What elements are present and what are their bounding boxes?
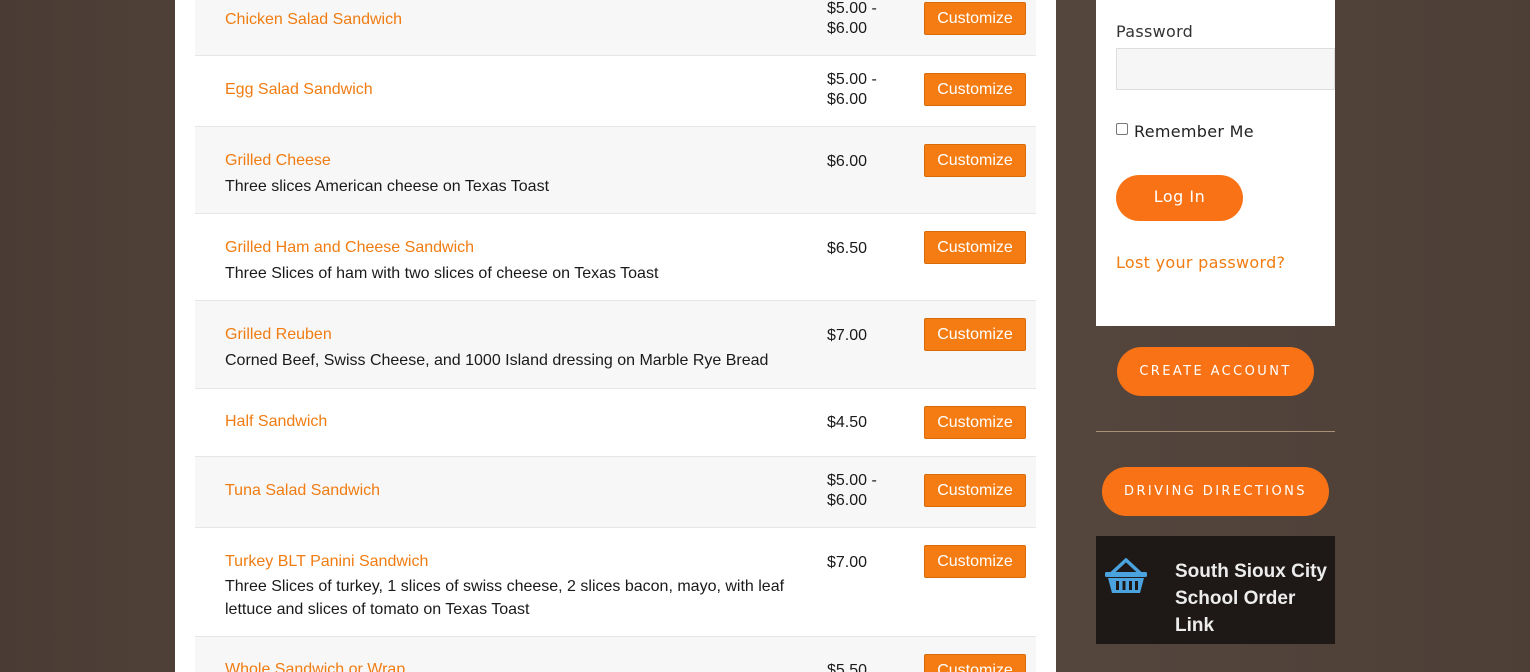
driving-directions-button[interactable]: DRIVING DIRECTIONS	[1102, 467, 1329, 516]
password-label: Password	[1116, 22, 1194, 41]
table-row: Grilled Ham and Cheese Sandwich Three Sl…	[195, 214, 1036, 301]
basket-icon	[1105, 558, 1147, 593]
create-account-button[interactable]: CREATE ACCOUNT	[1117, 347, 1314, 396]
item-name-link[interactable]: Grilled Ham and Cheese Sandwich	[225, 239, 474, 257]
item-name-link[interactable]: Whole Sandwich or Wrap	[225, 661, 405, 672]
password-field[interactable]	[1116, 48, 1335, 90]
sidebar-divider	[1096, 431, 1335, 432]
table-row: Grilled Cheese Three slices American che…	[195, 127, 1036, 214]
item-price: $5.00 - $6.00	[827, 0, 877, 37]
customize-button[interactable]: Customize	[924, 406, 1026, 439]
customize-button[interactable]: Customize	[924, 545, 1026, 578]
item-price: $6.00	[827, 153, 868, 170]
item-description: Three Slices of ham with two slices of c…	[225, 265, 659, 282]
table-row: Whole Sandwich or Wrap $5.50 Customize	[195, 637, 1036, 672]
item-price: $4.50	[827, 414, 868, 431]
table-row: Egg Salad Sandwich $5.00 - $6.00 Customi…	[195, 56, 1036, 127]
remember-me-label[interactable]: Remember Me	[1134, 122, 1254, 141]
item-description: Three slices American cheese on Texas To…	[225, 178, 550, 195]
order-link-box[interactable]: South Sioux City School Order Link	[1096, 536, 1335, 644]
customize-button[interactable]: Customize	[924, 654, 1026, 672]
item-price: $7.00	[827, 327, 868, 344]
table-row: Chicken Salad Sandwich $5.00 - $6.00 Cus…	[195, 0, 1036, 56]
item-price: $5.00 - $6.00	[827, 71, 877, 108]
order-link-text[interactable]: South Sioux City School Order Link	[1175, 558, 1330, 639]
login-form: Password Remember Me Log In Lost your pa…	[1096, 0, 1335, 326]
customize-button[interactable]: Customize	[924, 231, 1026, 264]
customize-button[interactable]: Customize	[924, 2, 1026, 35]
menu-panel: Chicken Salad Sandwich $5.00 - $6.00 Cus…	[175, 0, 1056, 672]
table-row: Tuna Salad Sandwich $5.00 - $6.00 Custom…	[195, 457, 1036, 528]
item-name-link[interactable]: Grilled Reuben	[225, 326, 332, 344]
remember-me-checkbox[interactable]	[1116, 123, 1128, 135]
customize-button[interactable]: Customize	[924, 474, 1026, 507]
item-price: $5.50	[827, 662, 868, 672]
table-row: Half Sandwich $4.50 Customize	[195, 389, 1036, 457]
item-name-link[interactable]: Egg Salad Sandwich	[225, 81, 373, 99]
customize-button[interactable]: Customize	[924, 144, 1026, 177]
table-row: Grilled Reuben Corned Beef, Swiss Cheese…	[195, 301, 1036, 389]
item-description: Corned Beef, Swiss Cheese, and 1000 Isla…	[225, 352, 769, 369]
item-price: $6.50	[827, 240, 868, 257]
item-name-link[interactable]: Tuna Salad Sandwich	[225, 482, 380, 500]
item-price: $7.00	[827, 554, 868, 571]
item-description: Three Slices of turkey, 1 slices of swis…	[225, 578, 785, 618]
item-name-link[interactable]: Grilled Cheese	[225, 152, 331, 170]
customize-button[interactable]: Customize	[924, 318, 1026, 351]
log-in-button[interactable]: Log In	[1116, 175, 1243, 221]
item-price: $5.00 - $6.00	[827, 472, 877, 509]
item-name-link[interactable]: Half Sandwich	[225, 413, 327, 431]
item-name-link[interactable]: Turkey BLT Panini Sandwich	[225, 553, 428, 571]
table-row: Turkey BLT Panini Sandwich Three Slices …	[195, 528, 1036, 637]
item-name-link[interactable]: Chicken Salad Sandwich	[225, 11, 402, 29]
customize-button[interactable]: Customize	[924, 73, 1026, 106]
lost-password-link[interactable]: Lost your password?	[1116, 253, 1285, 272]
